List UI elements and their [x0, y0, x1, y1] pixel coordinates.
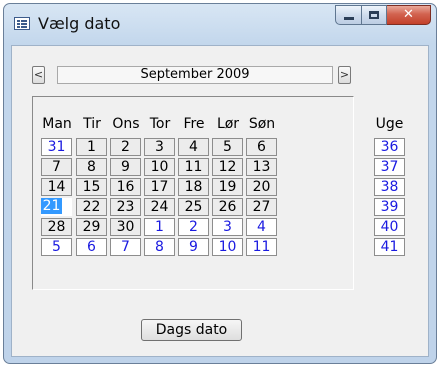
day-cell[interactable]: 7 [110, 238, 141, 256]
day-cell[interactable]: 7 [41, 158, 72, 176]
day-cell[interactable]: 17 [144, 178, 175, 196]
week-number-cell[interactable]: 37 [374, 158, 405, 176]
week-number-cell[interactable]: 39 [374, 198, 405, 216]
day-cell[interactable]: 11 [246, 238, 277, 256]
day-cell[interactable]: 8 [144, 238, 175, 256]
maximize-icon [369, 11, 379, 19]
day-cell[interactable]: 1 [76, 138, 107, 156]
day-cell[interactable]: 19 [212, 178, 243, 196]
selected-day-cell[interactable]: 21 [40, 198, 72, 216]
day-cell[interactable]: 26 [212, 198, 243, 216]
week-number-header: Uge [375, 116, 404, 132]
day-cell[interactable]: 1 [144, 218, 175, 236]
day-cell[interactable]: 10 [212, 238, 243, 256]
day-cell[interactable]: 2 [178, 218, 209, 236]
day-cell[interactable]: 23 [110, 198, 141, 216]
day-cell[interactable]: 22 [76, 198, 107, 216]
day-cell[interactable]: 16 [110, 178, 141, 196]
day-cell[interactable]: 14 [41, 178, 72, 196]
today-button[interactable]: Dags dato [141, 319, 242, 341]
selected-day-label: 21 [40, 198, 63, 214]
day-cell[interactable]: 28 [41, 218, 72, 236]
day-cell[interactable]: 18 [178, 178, 209, 196]
weekday-header: Man [42, 116, 72, 132]
week-number-cell[interactable]: 38 [374, 178, 405, 196]
close-button[interactable]: ✕ [387, 5, 431, 25]
day-cell[interactable]: 3 [144, 138, 175, 156]
weekday-header: Søn [248, 116, 276, 132]
day-cell[interactable]: 4 [246, 218, 277, 236]
window-title: Vælg dato [38, 14, 121, 33]
day-cell[interactable]: 27 [246, 198, 277, 216]
day-cell[interactable]: 9 [178, 238, 209, 256]
day-cell[interactable]: 6 [76, 238, 107, 256]
day-cell[interactable]: 6 [246, 138, 277, 156]
day-cell[interactable]: 24 [144, 198, 175, 216]
day-cell[interactable]: 11 [178, 158, 209, 176]
previous-month-button[interactable]: < [32, 66, 45, 84]
day-cell[interactable]: 13 [246, 158, 277, 176]
day-cell[interactable]: 12 [212, 158, 243, 176]
day-cell[interactable]: 31 [41, 138, 72, 156]
week-number-cell[interactable]: 36 [374, 138, 405, 156]
close-icon: ✕ [403, 7, 414, 22]
date-picker-window: Vælg dato ✕ < September 2009 > Man Tir Ons… [3, 3, 437, 364]
month-year-label[interactable]: September 2009 [57, 66, 333, 84]
day-cell[interactable]: 5 [212, 138, 243, 156]
day-cell[interactable]: 10 [144, 158, 175, 176]
day-cell[interactable]: 3 [212, 218, 243, 236]
minimize-icon [344, 17, 354, 20]
week-number-cell[interactable]: 40 [374, 218, 405, 236]
next-month-button[interactable]: > [338, 66, 351, 84]
week-number-cell[interactable]: 41 [374, 238, 405, 256]
title-bar[interactable]: Vælg dato ✕ [4, 4, 436, 44]
day-cell[interactable]: 5 [41, 238, 72, 256]
dialog-client-area: < September 2009 > Man Tir Ons Tor Fre Lør Søn… [11, 45, 429, 357]
day-cell[interactable]: 4 [178, 138, 209, 156]
calendar-app-icon [14, 17, 30, 30]
minimize-button[interactable] [335, 5, 362, 25]
maximize-button[interactable] [362, 5, 387, 25]
day-cell[interactable]: 25 [178, 198, 209, 216]
day-cell[interactable]: 9 [110, 158, 141, 176]
day-cell[interactable]: 8 [76, 158, 107, 176]
day-cell[interactable]: 20 [246, 178, 277, 196]
day-cell[interactable]: 29 [76, 218, 107, 236]
day-cell[interactable]: 15 [76, 178, 107, 196]
caption-buttons: ✕ [335, 5, 431, 26]
day-cell[interactable]: 2 [110, 138, 141, 156]
day-cell[interactable]: 30 [110, 218, 141, 236]
